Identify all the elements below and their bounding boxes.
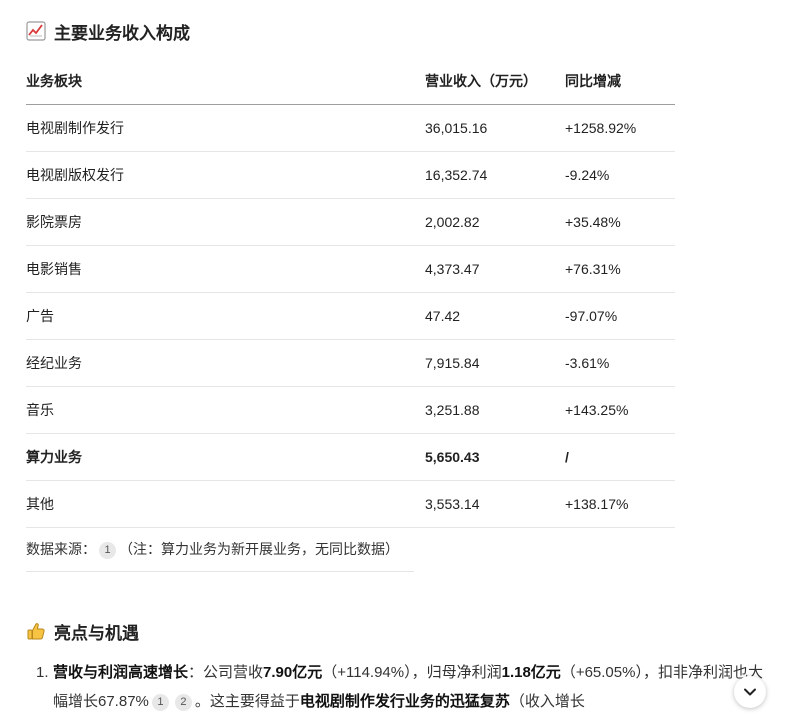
cell-revenue: 2,002.82 xyxy=(425,198,565,246)
highlight-value: 7.90亿元 xyxy=(263,664,323,681)
highlight-value: 1.18亿元 xyxy=(501,664,561,681)
cell-segment: 影院票房 xyxy=(26,198,425,246)
header-yoy: 同比增减 xyxy=(565,58,675,105)
table-row: 电影销售 4,373.47 +76.31% xyxy=(26,245,675,293)
cell-revenue: 4,373.47 xyxy=(425,245,565,293)
list-item: 1. 营收与利润高速增长：公司营收7.90亿元（+114.94%），归母净利润1… xyxy=(36,658,764,716)
table-row: 电视剧制作发行 36,015.16 +1258.92% xyxy=(26,104,675,152)
cell-revenue: 3,251.88 xyxy=(425,386,565,434)
list-item-number: 1. xyxy=(36,664,49,681)
citation-badge[interactable]: 2 xyxy=(174,694,192,711)
text-segment: ：公司营收 xyxy=(188,664,264,681)
header-segment: 业务板块 xyxy=(26,58,425,105)
cell-revenue: 5,650.43 xyxy=(425,433,565,481)
cell-yoy: -97.07% xyxy=(565,292,675,340)
section-heading-highlights: 亮点与机遇 xyxy=(26,618,139,644)
cell-yoy: / xyxy=(565,433,675,481)
cell-yoy: -3.61% xyxy=(565,339,675,387)
cell-yoy: +143.25% xyxy=(565,386,675,434)
highlights-list: 1. 营收与利润高速增长：公司营收7.90亿元（+114.94%），归母净利润1… xyxy=(36,658,764,716)
note-text: （注：算力业务为新开展业务，无同比数据） xyxy=(119,541,399,557)
section-heading-revenue: 主要业务收入构成 xyxy=(26,18,190,44)
table-row: 经纪业务 7,915.84 -3.61% xyxy=(26,339,675,387)
table-row: 电视剧版权发行 16,352.74 -9.24% xyxy=(26,151,675,199)
citation-badge[interactable]: 1 xyxy=(99,542,116,559)
scroll-down-button[interactable] xyxy=(734,676,766,708)
cell-yoy: +1258.92% xyxy=(565,104,675,152)
table-header-row: 业务板块 营业收入（万元） 同比增减 xyxy=(26,58,675,105)
cell-revenue: 3,553.14 xyxy=(425,480,565,528)
list-item-body: 营收与利润高速增长：公司营收7.90亿元（+114.94%），归母净利润1.18… xyxy=(53,658,764,716)
text-segment: （收入增长 xyxy=(509,693,585,710)
cell-segment: 其他 xyxy=(26,480,425,528)
cell-revenue: 36,015.16 xyxy=(425,104,565,152)
chevron-down-icon xyxy=(744,688,756,696)
highlight-value: 电视剧制作发行业务的迅猛复苏 xyxy=(299,693,510,710)
cell-segment: 经纪业务 xyxy=(26,339,425,387)
cell-revenue: 16,352.74 xyxy=(425,151,565,199)
cell-yoy: -9.24% xyxy=(565,151,675,199)
data-source-note: 数据来源： 1 （注：算力业务为新开展业务，无同比数据） xyxy=(26,536,414,572)
section-title: 亮点与机遇 xyxy=(54,623,139,643)
revenue-table: 业务板块 营业收入（万元） 同比增减 电视剧制作发行 36,015.16 +12… xyxy=(26,58,675,528)
citation-badge[interactable]: 1 xyxy=(151,694,169,711)
thumbs-up-icon xyxy=(27,623,45,640)
text-segment: （+114.94%），归母净利润 xyxy=(322,664,502,681)
table-row: 广告 47.42 -97.07% xyxy=(26,292,675,340)
chart-increasing-icon xyxy=(26,21,46,41)
cell-revenue: 7,915.84 xyxy=(425,339,565,387)
section-title: 主要业务收入构成 xyxy=(54,23,190,43)
table-row: 其他 3,553.14 +138.17% xyxy=(26,480,675,528)
table-row: 音乐 3,251.88 +143.25% xyxy=(26,386,675,434)
cell-revenue: 47.42 xyxy=(425,292,565,340)
cell-segment: 电影销售 xyxy=(26,245,425,293)
cell-segment: 算力业务 xyxy=(26,433,425,481)
highlight-lead: 营收与利润高速增长 xyxy=(53,664,189,681)
note-prefix: 数据来源： xyxy=(26,541,96,557)
cell-segment: 电视剧制作发行 xyxy=(26,104,425,152)
cell-yoy: +35.48% xyxy=(565,198,675,246)
cell-segment: 电视剧版权发行 xyxy=(26,151,425,199)
table-row: 算力业务 5,650.43 / xyxy=(26,433,675,481)
cell-segment: 广告 xyxy=(26,292,425,340)
cell-segment: 音乐 xyxy=(26,386,425,434)
cell-yoy: +76.31% xyxy=(565,245,675,293)
header-revenue: 营业收入（万元） xyxy=(425,58,565,105)
cell-yoy: +138.17% xyxy=(565,480,675,528)
text-segment: 。这主要得益于 xyxy=(194,693,300,710)
table-row: 影院票房 2,002.82 +35.48% xyxy=(26,198,675,246)
